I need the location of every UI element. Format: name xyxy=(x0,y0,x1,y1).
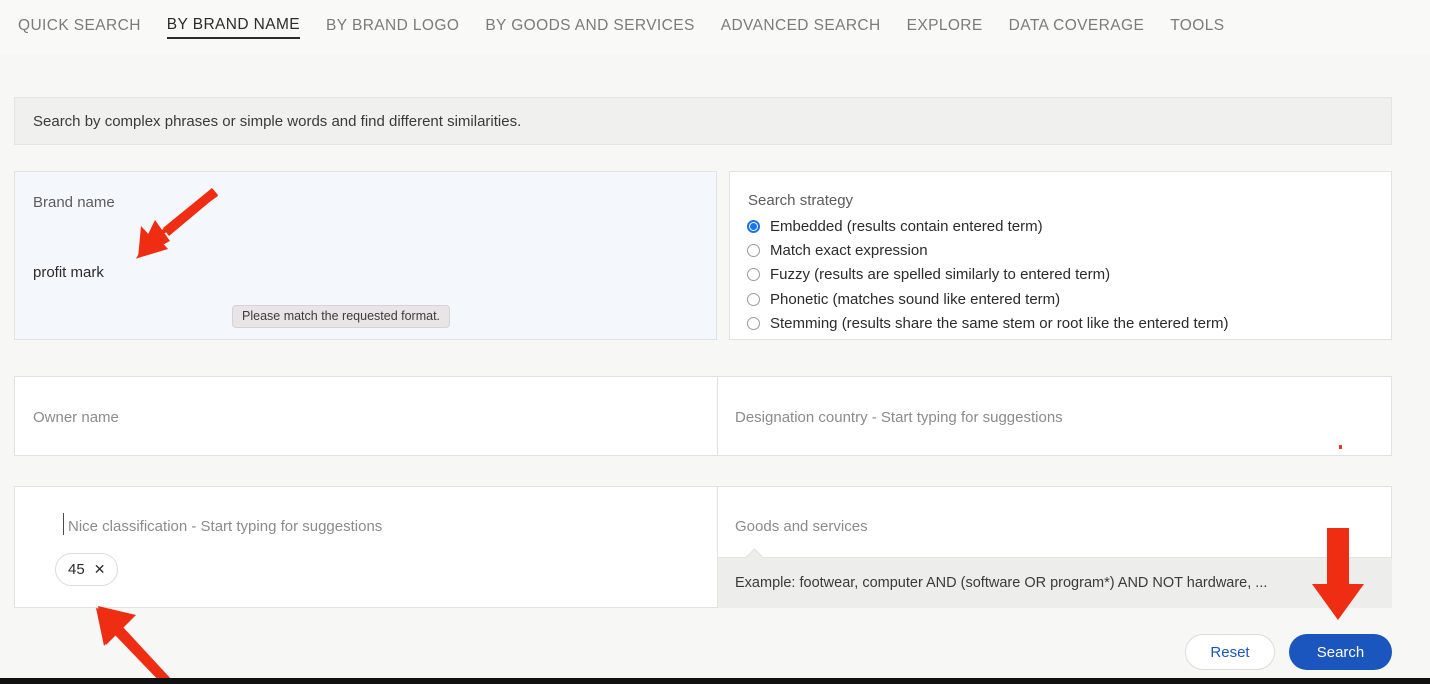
validation-tooltip: Please match the requested format. xyxy=(232,305,451,328)
brand-name-input[interactable]: profit mark xyxy=(33,264,104,281)
radio-option-stemming[interactable]: Stemming (results share the same stem or… xyxy=(747,312,1229,336)
radio-option-fuzzy[interactable]: Fuzzy (results are spelled similarly to … xyxy=(747,263,1229,287)
nav-item-by-goods-and-services[interactable]: BY GOODS AND SERVICES xyxy=(485,17,694,38)
brand-name-panel[interactable]: Brand name profit mark Please match the … xyxy=(14,171,717,340)
goods-hint-text: Example: footwear, computer AND (softwar… xyxy=(735,575,1268,591)
radio-option-match-exact-label: Match exact expression xyxy=(770,242,928,260)
nav-item-tools[interactable]: TOOLS xyxy=(1170,17,1224,38)
annotation-arrow-nice-chip xyxy=(96,606,172,684)
goods-and-services-input[interactable]: Goods and services xyxy=(735,518,868,535)
owner-name-input[interactable]: Owner name xyxy=(33,409,119,426)
nav-item-data-coverage[interactable]: DATA COVERAGE xyxy=(1009,17,1145,38)
radio-phonetic-icon[interactable] xyxy=(747,292,760,306)
nice-chip-label: 45 xyxy=(68,561,85,578)
nav-item-by-brand-logo[interactable]: BY BRAND LOGO xyxy=(326,17,459,38)
text-cursor xyxy=(63,513,64,535)
nav-item-quick-search[interactable]: QUICK SEARCH xyxy=(18,17,141,38)
radio-match-exact-icon[interactable] xyxy=(747,244,760,258)
search-strategy-panel: Search strategy Embedded (results contai… xyxy=(729,171,1392,340)
owner-country-row: Owner name Designation country - Start t… xyxy=(14,376,1392,456)
row2-divider xyxy=(717,377,718,455)
nice-goods-row: Nice classification - Start typing for s… xyxy=(14,486,1392,608)
info-banner: Search by complex phrases or simple word… xyxy=(14,97,1392,145)
search-button[interactable]: Search xyxy=(1289,634,1392,670)
search-strategy-options: Embedded (results contain entered term) … xyxy=(747,214,1229,336)
radio-option-embedded[interactable]: Embedded (results contain entered term) xyxy=(747,214,1229,238)
radio-option-embedded-label: Embedded (results contain entered term) xyxy=(770,217,1043,235)
radio-stemming-icon[interactable] xyxy=(747,317,760,331)
nice-classification-chip[interactable]: 45 ✕ xyxy=(55,553,119,586)
nav-item-explore[interactable]: EXPLORE xyxy=(907,17,983,38)
nice-classification-input[interactable]: Nice classification - Start typing for s… xyxy=(68,518,382,535)
reset-button[interactable]: Reset xyxy=(1185,634,1275,670)
country-error-dot-icon xyxy=(1339,445,1342,449)
brand-name-label: Brand name xyxy=(33,194,115,211)
bottom-band xyxy=(0,678,1430,684)
close-icon[interactable]: ✕ xyxy=(94,561,106,578)
radio-option-fuzzy-label: Fuzzy (results are spelled similarly to … xyxy=(770,266,1111,284)
search-strategy-title: Search strategy xyxy=(748,192,854,209)
designation-country-input[interactable]: Designation country - Start typing for s… xyxy=(735,409,1063,426)
radio-fuzzy-icon[interactable] xyxy=(747,268,760,282)
nav-item-by-brand-name[interactable]: BY BRAND NAME xyxy=(166,16,301,39)
radio-option-match-exact[interactable]: Match exact expression xyxy=(747,238,1229,262)
radio-embedded-icon[interactable] xyxy=(747,219,760,233)
hint-notch-icon xyxy=(745,548,764,567)
radio-option-phonetic-label: Phonetic (matches sound like entered ter… xyxy=(770,290,1061,308)
main-navigation: QUICK SEARCH BY BRAND NAME BY BRAND LOGO… xyxy=(0,0,1430,54)
goods-hint-tooltip: Example: footwear, computer AND (softwar… xyxy=(718,548,1392,608)
nav-item-advanced-search[interactable]: ADVANCED SEARCH xyxy=(721,17,881,38)
radio-option-stemming-label: Stemming (results share the same stem or… xyxy=(770,315,1229,333)
radio-option-phonetic[interactable]: Phonetic (matches sound like entered ter… xyxy=(747,287,1229,311)
info-banner-text: Search by complex phrases or simple word… xyxy=(33,112,522,130)
